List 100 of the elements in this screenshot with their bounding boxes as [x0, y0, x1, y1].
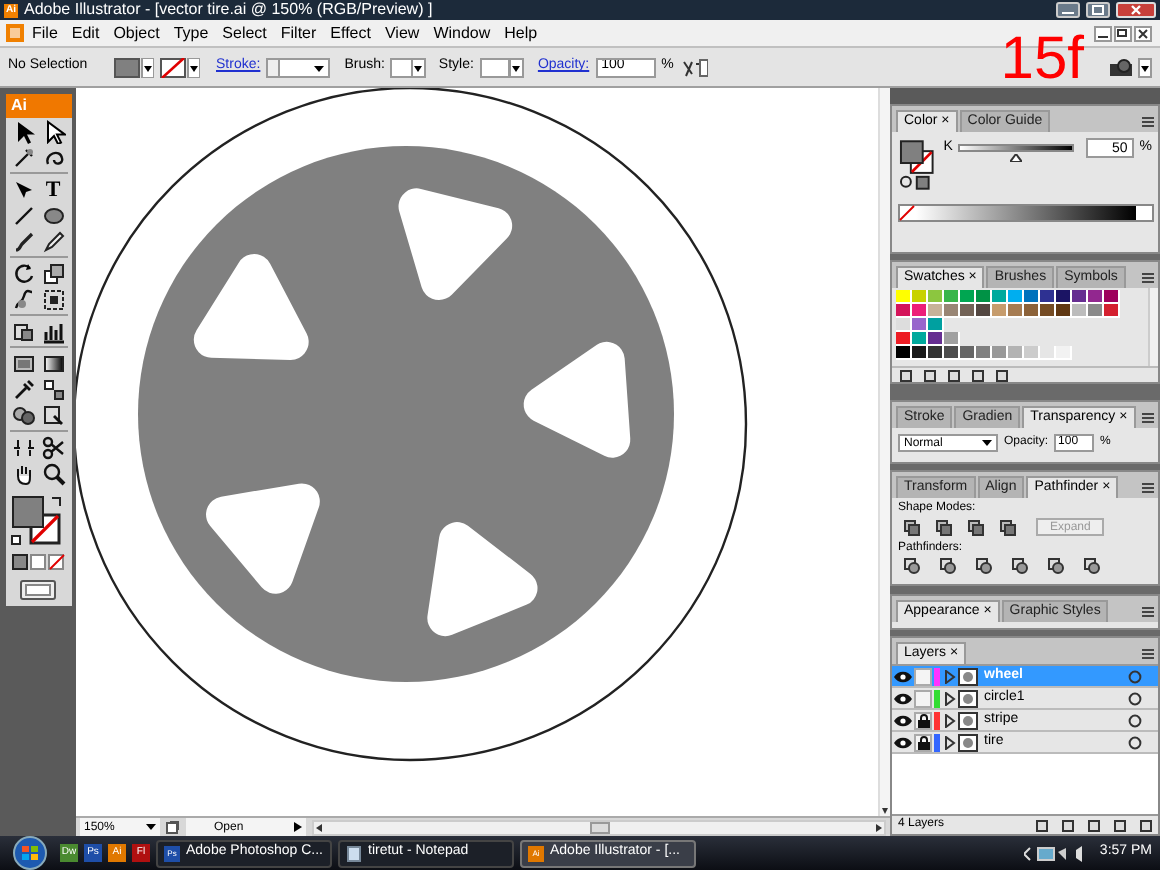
document-window-controls-icon[interactable]	[1094, 25, 1154, 41]
crop-icon[interactable]	[1012, 558, 1028, 574]
target-circle-icon[interactable]	[1128, 735, 1142, 749]
panel-menu-icon[interactable]	[1140, 646, 1156, 662]
fill-color-dropdown[interactable]	[114, 57, 154, 77]
color-swatch[interactable]	[1024, 290, 1040, 304]
visibility-eye-icon[interactable]	[894, 691, 912, 705]
panel-menu-icon[interactable]	[1140, 270, 1156, 286]
color-swatch[interactable]	[1024, 346, 1040, 360]
screen-mode-button[interactable]	[18, 578, 58, 602]
new-sublayer-icon[interactable]	[1088, 819, 1100, 831]
pencil-icon[interactable]	[41, 229, 65, 253]
color-swatch[interactable]	[912, 346, 928, 360]
color-mode-buttons[interactable]	[8, 552, 68, 572]
color-swatch[interactable]	[944, 304, 960, 318]
color-swatch[interactable]	[1088, 304, 1104, 318]
color-swatch[interactable]	[1072, 304, 1088, 318]
lock-toggle[interactable]	[914, 733, 932, 751]
brush-dropdown[interactable]	[390, 57, 427, 77]
color-swatch[interactable]	[976, 290, 992, 304]
panel-menu-icon[interactable]	[1140, 480, 1156, 496]
brush-icon[interactable]	[11, 229, 35, 253]
color-swatch[interactable]	[1056, 346, 1072, 360]
color-swatch[interactable]	[912, 290, 928, 304]
color-swatch[interactable]	[944, 332, 960, 346]
color-swatch[interactable]	[960, 304, 976, 318]
color-swatch[interactable]	[1104, 290, 1120, 304]
direct-selection-icon[interactable]	[41, 119, 65, 143]
rotate-icon[interactable]	[11, 261, 35, 285]
scroll-down-arrow-icon[interactable]	[880, 806, 890, 816]
close-button[interactable]	[1116, 2, 1156, 18]
new-swatch-icon[interactable]	[972, 369, 984, 381]
blend-icon[interactable]	[41, 377, 65, 401]
color-swatch[interactable]	[896, 318, 912, 332]
trim-icon[interactable]	[940, 558, 956, 574]
color-swatch[interactable]	[1088, 290, 1104, 304]
color-swatch[interactable]	[912, 318, 928, 332]
ellipse-icon[interactable]	[41, 203, 65, 227]
menu-item[interactable]: Edit	[65, 21, 106, 45]
panel-menu-icon[interactable]	[1140, 604, 1156, 620]
merge-icon[interactable]	[976, 558, 992, 574]
workspace-icon[interactable]	[1108, 57, 1152, 77]
color-swatch[interactable]	[928, 332, 944, 346]
new-layer-icon[interactable]	[1114, 819, 1126, 831]
menu-item[interactable]: Window	[427, 21, 497, 45]
menu-item[interactable]: Help	[498, 21, 544, 45]
menu-item[interactable]: Select	[216, 21, 273, 45]
column-graph-icon[interactable]	[41, 319, 65, 343]
color-swatch[interactable]	[992, 346, 1008, 360]
lock-toggle[interactable]	[914, 667, 932, 685]
visibility-eye-icon[interactable]	[894, 735, 912, 749]
color-swatch[interactable]	[896, 304, 912, 318]
color-swatch[interactable]	[1072, 290, 1088, 304]
color-swatch[interactable]	[928, 318, 944, 332]
scroll-thumb[interactable]	[589, 821, 609, 833]
free-transform-icon[interactable]	[41, 287, 65, 311]
hand-icon[interactable]	[11, 461, 35, 485]
make-clipping-mask-icon[interactable]	[1062, 819, 1074, 831]
exclude-icon[interactable]	[1000, 519, 1016, 535]
restore-button[interactable]	[1086, 2, 1110, 18]
color-swatch[interactable]	[1056, 290, 1072, 304]
isolation-icon[interactable]	[679, 57, 708, 77]
mesh-icon[interactable]	[11, 351, 35, 375]
color-swatch[interactable]	[896, 332, 912, 346]
swatches-scrollbar[interactable]	[1148, 288, 1158, 366]
scale-icon[interactable]	[41, 261, 65, 285]
locate-object-icon[interactable]	[1036, 819, 1048, 831]
delete-icon[interactable]	[1140, 819, 1152, 831]
system-tray-icons[interactable]	[1023, 845, 1088, 861]
color-swatch[interactable]	[976, 304, 992, 318]
live-paint-icon[interactable]	[11, 403, 35, 427]
live-paint-selection-icon[interactable]	[41, 403, 65, 427]
magic-wand-icon[interactable]	[11, 145, 35, 169]
stroke-color-dropdown[interactable]	[160, 57, 200, 77]
scroll-left-arrow-icon[interactable]	[316, 823, 322, 831]
delete-icon[interactable]	[996, 369, 1008, 381]
visibility-eye-icon[interactable]	[894, 713, 912, 727]
color-swatch[interactable]	[1040, 346, 1056, 360]
outline-icon[interactable]	[1048, 558, 1064, 574]
swatch-options-icon[interactable]	[948, 369, 960, 381]
target-circle-icon[interactable]	[1128, 669, 1142, 683]
color-spectrum-bar[interactable]	[898, 204, 1154, 222]
intersect-icon[interactable]	[968, 519, 984, 535]
color-swatch[interactable]	[960, 346, 976, 360]
line-icon[interactable]	[11, 203, 35, 227]
artboard-icon[interactable]	[166, 820, 180, 834]
menu-item[interactable]: Object	[107, 21, 166, 45]
color-swatch[interactable]	[896, 346, 912, 360]
color-swatch[interactable]	[912, 332, 928, 346]
minus-back-icon[interactable]	[1084, 558, 1100, 574]
warp-icon[interactable]	[11, 287, 35, 311]
panel-menu-icon[interactable]	[1140, 114, 1156, 130]
unite-icon[interactable]	[904, 519, 920, 535]
color-swatch[interactable]	[928, 346, 944, 360]
color-swatch[interactable]	[912, 304, 928, 318]
color-swatch[interactable]	[1104, 304, 1120, 318]
color-swatch[interactable]	[944, 346, 960, 360]
divide-icon[interactable]	[904, 558, 920, 574]
menu-item[interactable]: Filter	[274, 21, 323, 45]
fill-stroke-swatches[interactable]	[898, 138, 938, 190]
